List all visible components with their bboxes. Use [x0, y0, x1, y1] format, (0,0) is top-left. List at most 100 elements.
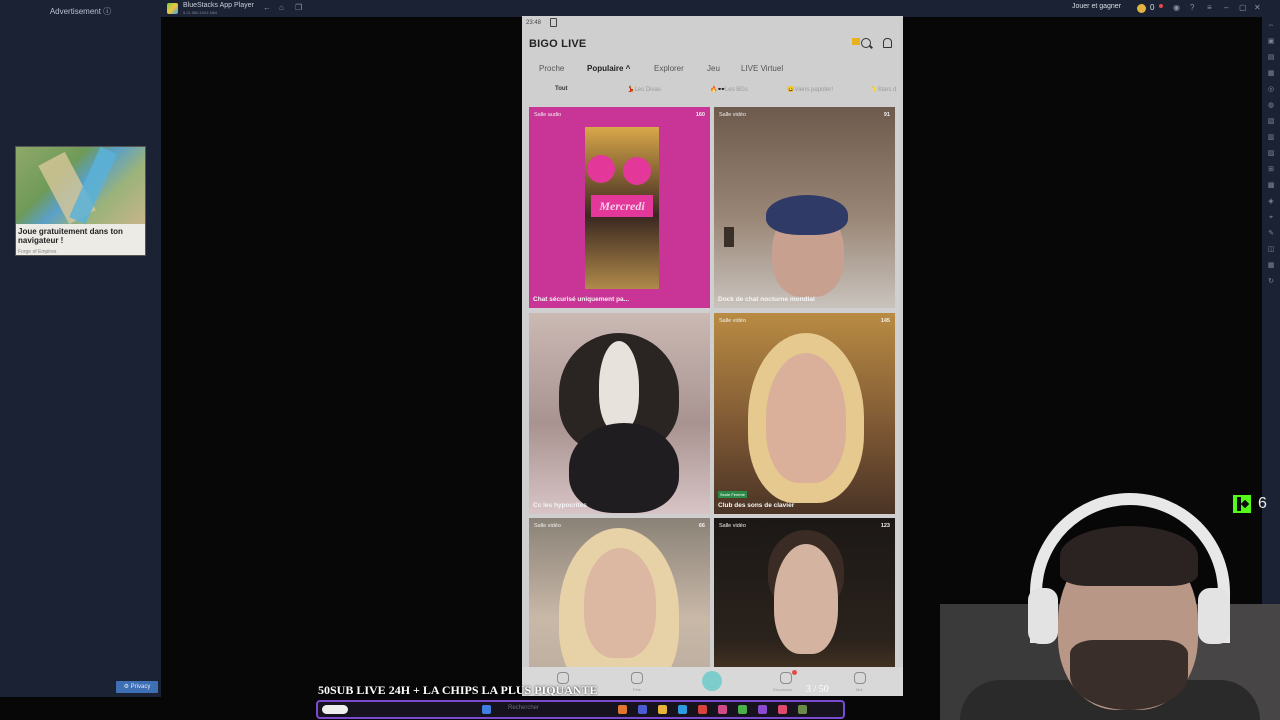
card-viewer-count: 160	[695, 112, 705, 118]
card-room-type: Salle vidéo	[719, 523, 746, 529]
account-icon[interactable]: ◉	[1173, 3, 1180, 13]
sidebar-keyboard-icon[interactable]: ▤	[1266, 53, 1276, 63]
start-pill[interactable]	[322, 705, 348, 714]
sidebar-record-icon[interactable]: ▧	[1266, 117, 1276, 127]
sidebar-shake-icon[interactable]: ⌖	[1266, 213, 1276, 223]
subtab-tout[interactable]: Tout	[555, 86, 568, 92]
nav-party-label: Fête	[633, 687, 642, 692]
taskbar-app-icon[interactable]	[778, 705, 787, 714]
webcam-beard	[1070, 640, 1188, 710]
card-viewer-count: 145	[880, 318, 890, 324]
help-icon[interactable]: ?	[1190, 3, 1194, 13]
sidebar-layers-icon[interactable]: ◫	[1266, 245, 1276, 255]
live-card[interactable]: Salle vidéo 91 Dock de chat nocturne mon…	[714, 107, 895, 308]
taskbar-bluestacks-icon[interactable]	[798, 705, 807, 714]
taskbar-app-icon[interactable]	[638, 705, 647, 714]
tab-proche[interactable]: Proche	[539, 64, 564, 73]
minimize-icon[interactable]: –	[1224, 3, 1228, 13]
taskbar-widgets-icon[interactable]	[482, 705, 491, 714]
live-card[interactable]: Cc les hypocrites	[529, 313, 710, 514]
ad-header: Advertisement ⓘ	[49, 7, 112, 16]
bell-icon[interactable]	[883, 38, 892, 48]
app-title: BlueStacks App Player	[183, 2, 254, 9]
app-version: 5.21.580.1024 N64	[183, 10, 218, 15]
bluestacks-logo-icon	[167, 3, 178, 14]
sidebar-stack-icon[interactable]: ▦	[1266, 261, 1276, 271]
nav-me-icon[interactable]	[854, 672, 866, 684]
card-person-shirt	[599, 341, 639, 431]
taskbar-app-icon[interactable]	[718, 705, 727, 714]
home-icon[interactable]: ⌂	[279, 3, 284, 13]
back-icon[interactable]: ←	[263, 3, 271, 13]
search-icon[interactable]	[861, 38, 871, 48]
sidebar-gamepad-icon[interactable]: ▦	[1266, 69, 1276, 79]
flag-icon[interactable]	[852, 38, 860, 45]
sidebar-expand-icon[interactable]: ⇔	[1266, 21, 1276, 31]
card-room-type: Salle audio	[534, 112, 562, 118]
main-tabs: Proche Populaire ^ Explorer Jeu LIVE Vir…	[522, 64, 903, 78]
card-person-legs	[569, 423, 679, 513]
taskbar-explorer-icon[interactable]	[658, 705, 667, 714]
privacy-button[interactable]: ⚙ Privacy	[116, 681, 158, 693]
close-icon[interactable]: ✕	[1254, 3, 1261, 13]
ad-card[interactable]: Joue gratuitement dans ton navigateur ! …	[15, 146, 146, 256]
nav-party-icon[interactable]	[631, 672, 643, 684]
sidebar-rotate-icon[interactable]: ◈	[1266, 197, 1276, 207]
sidebar-refresh-icon[interactable]: ↻	[1266, 277, 1276, 287]
tab-populaire[interactable]: Populaire ^	[587, 64, 630, 73]
card-viewer-count: 123	[880, 523, 890, 529]
sub-tabs: Tout 💃Les Divas 🔥🕶️Les BGs 😀Viens papote…	[522, 86, 903, 98]
ad-card-sub: Forge of Empires	[18, 249, 57, 255]
bluestacks-titlebar: BlueStacks App Player 5.21.580.1024 N64 …	[161, 0, 1280, 17]
live-card[interactable]: Salle vidéo 145 Seule Femme Club des son…	[714, 313, 895, 514]
card-viewer-count: 91	[883, 112, 890, 118]
sidebar-location-icon[interactable]: ◍	[1266, 101, 1276, 111]
taskbar-edge-icon[interactable]	[678, 705, 687, 714]
subtab-les-divas[interactable]: 💃Les Divas	[627, 86, 661, 93]
sidebar-folder-icon[interactable]: ▥	[1266, 133, 1276, 143]
nav-chat-icon[interactable]	[780, 672, 792, 684]
nav-me-label: Moi	[856, 687, 863, 692]
taskbar-app-icon[interactable]	[738, 705, 747, 714]
nav-chat-label: Discussion	[773, 687, 793, 692]
subtab-les-bgs[interactable]: 🔥🕶️Les BGs	[710, 86, 748, 93]
tab-jeu[interactable]: Jeu	[707, 64, 720, 73]
bigo-live-logo: BIGO LIVE	[529, 38, 587, 50]
coin-count: 0	[1150, 3, 1155, 12]
stream-title-overlay: 50SUB LIVE 24H + LA CHIPS LA PLUS PIQUAN…	[318, 683, 598, 697]
subtab-viens-papoter[interactable]: 😀Viens papoter!	[787, 86, 833, 93]
card-title: Cc les hypocrites	[533, 502, 587, 509]
multi-instance-icon[interactable]: ❐	[295, 3, 302, 13]
taskbar-app-icon[interactable]	[698, 705, 707, 714]
bluestacks-right-sidebar: ⇔ ▣ ▤ ▦ ◎ ◍ ▧ ▥ ▨ ⊞ ▩ ◈ ⌖ ✎ ◫ ▦ ↻ ⚙ ← ⌂	[1262, 17, 1280, 697]
menu-icon[interactable]: ≡	[1207, 3, 1212, 13]
tab-explorer[interactable]: Explorer	[654, 64, 684, 73]
card-balloon	[587, 155, 615, 183]
sidebar-eco-icon[interactable]: ▩	[1266, 181, 1276, 191]
ad-image[interactable]	[16, 146, 145, 225]
subtab-stars[interactable]: ✨Stars d	[870, 86, 896, 93]
webcam-hair	[1060, 526, 1198, 586]
kick-viewer-count: 6	[1258, 495, 1267, 512]
card-title: Chat sécurisé uniquement pa...	[533, 296, 630, 303]
sidebar-screenshot-icon[interactable]: ◎	[1266, 85, 1276, 95]
screen: Advertisement ⓘ Joue gratuitement dans t…	[0, 0, 1280, 720]
card-room-type: Salle vidéo	[719, 318, 746, 324]
taskbar-app-icon[interactable]	[618, 705, 627, 714]
nav-golive-icon[interactable]	[702, 671, 722, 691]
jouer-et-gagner-button[interactable]: Jouer et gagner	[1072, 3, 1121, 10]
taskbar-search[interactable]: Rechercher	[508, 705, 539, 711]
status-notification-icon	[550, 18, 557, 27]
sidebar-sync-icon[interactable]: ⊞	[1266, 165, 1276, 175]
card-badge: Seule Femme	[718, 491, 747, 498]
tab-live-virtuel[interactable]: LIVE Virtuel	[741, 64, 783, 73]
sidebar-macro-icon[interactable]: ▨	[1266, 149, 1276, 159]
sidebar-volume-icon[interactable]: ▣	[1266, 37, 1276, 47]
card-balloon	[623, 157, 651, 185]
card-room-type: Salle vidéo	[719, 112, 746, 118]
maximize-icon[interactable]: ▢	[1239, 3, 1247, 13]
sidebar-brush-icon[interactable]: ✎	[1266, 229, 1276, 239]
ad-card-text[interactable]: Joue gratuitement dans ton navigateur !	[18, 227, 144, 245]
taskbar-app-icon[interactable]	[758, 705, 767, 714]
live-card[interactable]: Mercredi Salle audio 160 Chat sécurisé u…	[529, 107, 710, 308]
